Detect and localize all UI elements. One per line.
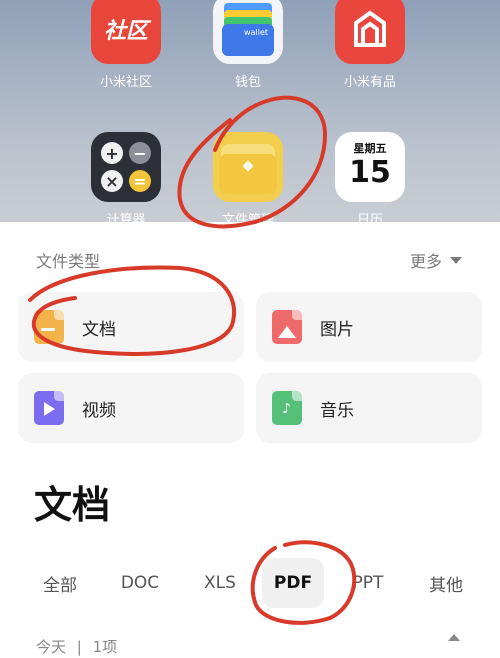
category-music[interactable]: ♪ 音乐 bbox=[256, 373, 482, 443]
calendar-day: 15 bbox=[349, 155, 391, 190]
date-group-header: 今天 | 1项 bbox=[36, 636, 117, 657]
file-types-title: 文件类型 bbox=[36, 252, 101, 271]
calculator-icon: + − × = bbox=[91, 132, 161, 202]
calendar-icon: 星期五 15 bbox=[335, 132, 405, 202]
more-label: 更多 bbox=[409, 252, 442, 271]
app-calculator[interactable]: + − × = 计算器 bbox=[71, 132, 181, 222]
document-type-tabs: 全部 DOC XLS PDF PPT 其他 bbox=[20, 558, 490, 608]
app-label: 文件管理 bbox=[221, 213, 274, 222]
calendar-weekday: 星期五 bbox=[353, 142, 387, 155]
app-label: 小米有品 bbox=[343, 75, 396, 90]
app-calendar[interactable]: 星期五 15 日历 bbox=[315, 132, 425, 222]
app-label: 小米社区 bbox=[99, 75, 152, 90]
group-date: 今天 bbox=[36, 638, 67, 656]
music-icon: ♪ bbox=[272, 391, 302, 425]
community-icon-glyph: 社区 bbox=[103, 19, 148, 44]
youpin-icon bbox=[335, 0, 405, 64]
tab-ppt[interactable]: PPT bbox=[328, 558, 408, 608]
wallet-icon: wallet bbox=[213, 0, 283, 64]
app-label: 钱包 bbox=[234, 75, 261, 90]
category-label: 音乐 bbox=[320, 400, 354, 421]
tab-pdf[interactable]: PDF bbox=[262, 558, 324, 608]
tab-doc[interactable]: DOC bbox=[100, 558, 180, 608]
category-label: 文档 bbox=[82, 319, 116, 340]
app-label: 日历 bbox=[356, 213, 383, 222]
video-icon bbox=[34, 391, 64, 425]
documents-title: 文档 bbox=[34, 483, 111, 527]
tab-xls[interactable]: XLS bbox=[180, 558, 260, 608]
category-videos[interactable]: 视频 bbox=[18, 373, 244, 443]
image-icon bbox=[272, 310, 302, 344]
file-manager-sheet: 文件类型 更多 文档 图片 视频 ♪ 音乐 文档 全部 DOC XLS PDF … bbox=[0, 222, 500, 658]
app-xiaomi-youpin[interactable]: 小米有品 bbox=[315, 0, 425, 90]
app-file-manager[interactable]: 文件管理 bbox=[193, 132, 303, 222]
category-label: 视频 bbox=[82, 400, 116, 421]
group-count: 1项 bbox=[92, 638, 118, 656]
file-manager-icon bbox=[213, 132, 283, 202]
app-wallet[interactable]: wallet 钱包 bbox=[193, 0, 303, 90]
tab-other[interactable]: 其他 bbox=[406, 558, 486, 608]
app-xiaomi-community[interactable]: 社区 小米社区 bbox=[71, 0, 181, 90]
home-screen: 社区 小米社区 wallet 钱包 小米有品 +− ×= 计算器 文件管理 bbox=[0, 0, 500, 222]
collapse-arrow-icon[interactable] bbox=[448, 634, 460, 641]
category-documents[interactable]: 文档 bbox=[18, 292, 244, 362]
more-button[interactable]: 更多 bbox=[410, 248, 462, 272]
category-label: 图片 bbox=[320, 319, 354, 340]
tab-all[interactable]: 全部 bbox=[20, 558, 100, 608]
triangle-down-icon bbox=[450, 256, 462, 264]
community-icon: 社区 bbox=[91, 0, 161, 64]
document-icon bbox=[34, 310, 64, 344]
group-separator: | bbox=[76, 638, 82, 656]
category-images[interactable]: 图片 bbox=[256, 292, 482, 362]
app-label: 计算器 bbox=[106, 213, 146, 222]
wallet-icon-glyph: wallet bbox=[222, 24, 274, 56]
